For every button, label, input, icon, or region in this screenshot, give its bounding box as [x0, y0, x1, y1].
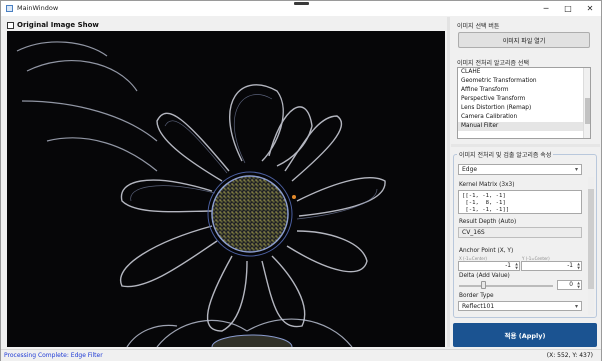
algorithm-list-item[interactable]: Affine Transform	[458, 86, 590, 95]
algorithm-list-item[interactable]: Lens Distortion (Remap)	[458, 104, 590, 113]
image-viewer[interactable]	[7, 31, 445, 347]
maximize-icon: □	[564, 4, 572, 13]
status-bar: Processing Complete: Edge Filter (X: 552…	[1, 349, 601, 361]
spin-arrows-icon[interactable]: ▲ ▼	[577, 281, 580, 289]
app-icon	[6, 5, 13, 12]
spin-arrows-icon[interactable]: ▲ ▼	[577, 262, 580, 270]
image-select-label: 이미지 선택 버튼	[457, 23, 500, 30]
properties-group-title: 이미지 전처리 및 검출 알고리즘 속성	[457, 150, 554, 159]
image-pane: Original Image Show	[4, 17, 445, 347]
anchor-y-spinbox[interactable]: -1 ▲ ▼	[521, 261, 582, 271]
edge-filtered-image	[7, 31, 445, 347]
result-depth-field: CV_16S	[458, 227, 582, 238]
filter-type-select[interactable]: Edge ▾	[458, 164, 582, 175]
properties-scrollbar[interactable]	[588, 177, 594, 315]
delta-slider-handle[interactable]	[480, 281, 486, 289]
original-image-checkbox[interactable]	[7, 21, 14, 29]
minimize-icon: ─	[543, 4, 549, 13]
filter-type-value: Edge	[462, 166, 478, 173]
algorithm-list-item[interactable]: Perspective Transform	[458, 95, 590, 104]
algorithm-select-label: 이미지 전처리 알고리즘 선택	[457, 60, 529, 67]
maximize-button[interactable]: □	[557, 1, 579, 16]
chevron-down-icon: ▾	[574, 166, 578, 173]
algorithm-items: CLAHE Geometric Transformation Affine Tran…	[458, 68, 590, 131]
result-depth-label: Result Depth (Auto)	[459, 219, 517, 225]
border-type-value: Reflect101	[462, 302, 495, 310]
cursor-coordinates: (X: 552, Y: 437)	[546, 352, 593, 359]
close-button[interactable]: ✕	[579, 1, 601, 16]
algorithm-list-scrollbar[interactable]	[583, 68, 590, 138]
delta-spinbox[interactable]: 0 ▲ ▼	[557, 280, 582, 290]
kernel-label: Kernel Matrix (3x3)	[459, 182, 515, 188]
vertical-splitter[interactable]	[447, 17, 450, 347]
algorithm-list-item[interactable]: CLAHE	[458, 68, 590, 77]
title-bar[interactable]: MainWindow ─ □ ✕	[1, 1, 601, 16]
main-window: MainWindow ─ □ ✕ Original Image Show 이미지…	[0, 0, 602, 361]
chevron-down-icon: ▾	[574, 303, 578, 310]
delta-label: Delta (Add Value)	[459, 273, 510, 279]
horizontal-splitter[interactable]	[451, 144, 600, 147]
algorithm-list-item[interactable]: Camera Calibration	[458, 113, 590, 122]
delta-value: 0	[569, 282, 573, 288]
status-message: Processing Complete: Edge Filter	[4, 352, 103, 359]
anchor-y-value: -1	[567, 263, 573, 269]
anchor-label: Anchor Point (X, Y)	[459, 248, 514, 254]
minimize-button[interactable]: ─	[535, 1, 557, 16]
algorithm-list-item[interactable]: Manual Filter	[458, 122, 590, 131]
original-image-toggle[interactable]: Original Image Show	[7, 19, 99, 31]
algorithm-list-item[interactable]: Geometric Transformation	[458, 77, 590, 86]
properties-scroll-thumb[interactable]	[588, 189, 594, 289]
anchor-x-spinbox[interactable]: -1 ▲ ▼	[458, 261, 520, 271]
spin-arrows-icon[interactable]: ▲ ▼	[515, 262, 518, 270]
anchor-x-value: -1	[505, 263, 511, 269]
kernel-matrix-input[interactable]: [[-1, -1, -1] [-1, 8, -1] [-1, -1, -1]]	[458, 190, 582, 214]
window-title: MainWindow	[17, 4, 59, 12]
delta-slider-track[interactable]	[459, 285, 553, 287]
algorithm-list-scroll-thumb[interactable]	[585, 98, 590, 124]
border-type-select[interactable]: Reflect101 ▾	[458, 301, 582, 311]
open-image-button[interactable]: 이미지 파일 열기	[458, 32, 590, 48]
close-icon: ✕	[586, 4, 594, 13]
original-image-label: Original Image Show	[17, 21, 99, 29]
algorithm-list[interactable]: CLAHE Geometric Transformation Affine Tran…	[457, 67, 591, 139]
drag-grip[interactable]	[294, 2, 309, 5]
apply-button[interactable]: 적용 (Apply)	[453, 323, 597, 347]
border-type-label: Border Type	[459, 293, 494, 299]
